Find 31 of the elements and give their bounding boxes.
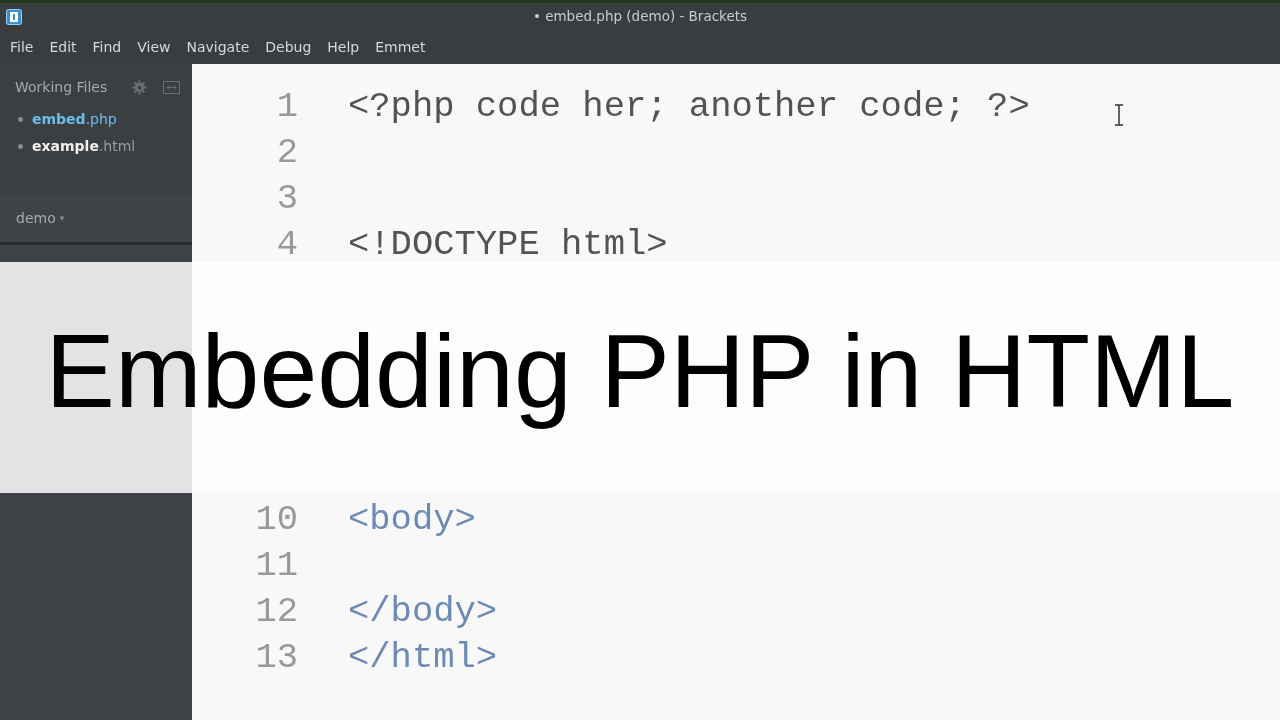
app-icon <box>6 8 22 25</box>
line-number: 2 <box>275 131 298 176</box>
code-line: </html> <box>348 636 498 681</box>
line-number: 11 <box>254 544 298 589</box>
menu-item[interactable]: Navigate <box>178 36 258 58</box>
line-number: 1 <box>275 85 298 130</box>
text-cursor-icon <box>1114 104 1124 126</box>
menu-item[interactable]: Edit <box>41 36 85 58</box>
overlay-title: Embedding PHP in HTML <box>45 312 1235 432</box>
line-number: 10 <box>254 498 298 543</box>
menu-item[interactable]: Emmet <box>367 36 434 58</box>
line-number: 13 <box>254 636 298 681</box>
menu-item[interactable]: View <box>129 36 179 58</box>
line-number: 4 <box>275 223 298 267</box>
line-number: 3 <box>275 177 298 222</box>
menu-item[interactable]: File <box>2 36 42 58</box>
split-view-icon[interactable] <box>163 80 180 94</box>
menu-item[interactable]: Find <box>84 36 130 58</box>
working-file[interactable]: embed.php <box>0 106 192 133</box>
menu-item[interactable]: Help <box>319 36 368 58</box>
line-number: 12 <box>254 590 298 635</box>
code-line: <?php code her; another code; ?> <box>348 85 1030 130</box>
section-title: Working Files <box>15 77 109 97</box>
window-title: • embed.php (demo) - Brackets <box>532 7 748 27</box>
working-file[interactable]: example.html <box>0 133 192 160</box>
settings-icon[interactable] <box>132 79 147 95</box>
code-line: </body> <box>348 590 498 635</box>
code-line: <body> <box>348 498 476 543</box>
code-line: <!DOCTYPE html> <box>348 223 668 267</box>
menu-item[interactable]: Debug <box>257 36 320 58</box>
project-name[interactable]: demo <box>16 208 56 229</box>
